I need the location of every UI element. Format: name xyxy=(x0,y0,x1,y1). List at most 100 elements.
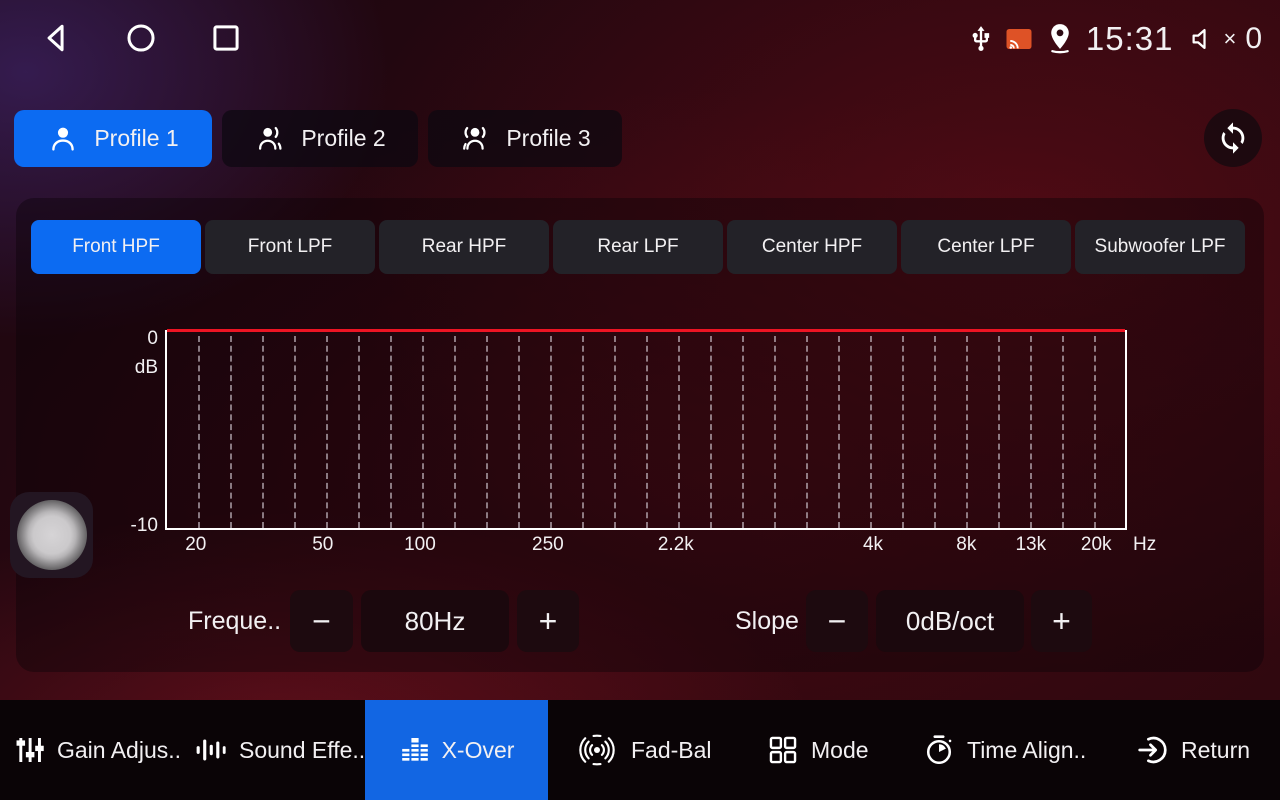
response-curve xyxy=(167,329,1125,332)
nav-fad-bal[interactable]: Fad-Bal xyxy=(574,700,712,800)
profile-tab-label: Profile 1 xyxy=(94,125,178,152)
location-icon xyxy=(1043,21,1077,57)
x-axis-tick-label: 100 xyxy=(404,534,436,556)
home-icon xyxy=(122,19,160,57)
chart-gridline xyxy=(870,336,872,528)
minus-icon: − xyxy=(312,603,331,640)
chart-gridline xyxy=(326,336,328,528)
minus-icon: − xyxy=(828,603,847,640)
chart-gridline xyxy=(422,336,424,528)
chart-gridline xyxy=(838,336,840,528)
nav-sound-effects[interactable]: Sound Effe.. xyxy=(194,700,365,800)
chart-gridline xyxy=(390,336,392,528)
filter-tab-label: Rear HPF xyxy=(422,236,506,258)
chart-gridline xyxy=(902,336,904,528)
tab-center-hpf[interactable]: Center HPF xyxy=(727,220,897,274)
volume-mute-icon xyxy=(1188,24,1218,54)
y-axis-unit-label: dB xyxy=(114,357,158,379)
adjust-knob-container xyxy=(10,492,93,578)
tab-rear-hpf[interactable]: Rear HPF xyxy=(379,220,549,274)
tab-profile-1[interactable]: Profile 1 xyxy=(14,110,212,167)
person-icon xyxy=(47,123,79,155)
head-unit-screen: 15:31 × 0 Profile 1 Profile 2 xyxy=(0,0,1280,800)
tab-subwoofer-lpf[interactable]: Subwoofer LPF xyxy=(1075,220,1245,274)
home-button[interactable] xyxy=(122,19,160,57)
chart-gridline xyxy=(1094,336,1096,528)
slope-value: 0dB/oct xyxy=(876,590,1024,652)
filter-tab-label: Front HPF xyxy=(72,236,160,258)
mode-grid-icon xyxy=(766,733,800,767)
chart-gridline xyxy=(1062,336,1064,528)
chart-gridline xyxy=(230,336,232,528)
refresh-button[interactable] xyxy=(1204,109,1262,167)
crossover-eq-icon xyxy=(399,734,431,766)
chart-gridline xyxy=(774,336,776,528)
tab-center-lpf[interactable]: Center LPF xyxy=(901,220,1071,274)
back-button[interactable] xyxy=(38,19,76,57)
nav-item-label: Mode xyxy=(811,737,869,764)
nav-item-label: Sound Effe.. xyxy=(239,737,365,764)
x-axis-tick-label: 4k xyxy=(863,534,883,556)
nav-time-align[interactable]: Time Align.. xyxy=(922,700,1086,800)
x-axis-tick-label: 250 xyxy=(532,534,564,556)
status-clock: 15:31 xyxy=(1086,20,1174,58)
recents-icon xyxy=(207,19,245,57)
y-axis-tick-label: -10 xyxy=(114,515,158,537)
frequency-label: Freque.. xyxy=(188,590,281,652)
frequency-minus-button[interactable]: − xyxy=(290,590,353,652)
filter-tab-label: Center HPF xyxy=(762,236,862,258)
fader-balance-icon xyxy=(574,732,620,768)
recents-button[interactable] xyxy=(207,19,245,57)
chart-gridline xyxy=(710,336,712,528)
x-axis-tick-label: 13k xyxy=(1015,534,1046,556)
chart-gridline xyxy=(966,336,968,528)
filter-tab-label: Subwoofer LPF xyxy=(1095,236,1226,258)
chart-gridline xyxy=(294,336,296,528)
profile-tab-label: Profile 3 xyxy=(506,125,590,152)
chart-gridline xyxy=(550,336,552,528)
filter-tab-label: Rear LPF xyxy=(597,236,678,258)
tab-front-lpf[interactable]: Front LPF xyxy=(205,220,375,274)
filter-tab-label: Front LPF xyxy=(248,236,332,258)
chart-x-labels: 20501002502.2k4k8k13k20k xyxy=(165,534,1127,560)
status-bar: 15:31 × 0 xyxy=(0,0,1280,78)
chart-gridline xyxy=(358,336,360,528)
frequency-plus-button[interactable]: + xyxy=(517,590,579,652)
chart-gridline xyxy=(1030,336,1032,528)
tab-profile-3[interactable]: Profile 3 xyxy=(428,110,622,167)
slope-minus-button[interactable]: − xyxy=(806,590,868,652)
chart-gridline xyxy=(198,336,200,528)
usb-icon xyxy=(967,25,995,53)
filter-tab-label: Center LPF xyxy=(937,236,1034,258)
plus-icon: + xyxy=(1052,603,1071,640)
profile-tab-label: Profile 2 xyxy=(301,125,385,152)
person-group-icon xyxy=(459,123,491,155)
nav-return[interactable]: Return xyxy=(1136,700,1250,800)
nav-mode[interactable]: Mode xyxy=(766,700,869,800)
refresh-sync-icon xyxy=(1216,121,1250,155)
x-axis-tick-label: 50 xyxy=(312,534,333,556)
adjust-knob[interactable] xyxy=(17,500,87,570)
tab-profile-2[interactable]: Profile 2 xyxy=(222,110,418,167)
bottom-nav-bar: Gain Adjus.. Sound Effe.. xyxy=(0,700,1280,800)
nav-item-label: Gain Adjus.. xyxy=(57,737,181,764)
slope-plus-button[interactable]: + xyxy=(1031,590,1092,652)
nav-item-label: Return xyxy=(1181,737,1250,764)
gain-adjust-icon xyxy=(14,734,46,766)
chart-gridline xyxy=(806,336,808,528)
chart-gridline xyxy=(454,336,456,528)
nav-gain-adjust[interactable]: Gain Adjus.. xyxy=(14,700,181,800)
nav-item-label: Fad-Bal xyxy=(631,737,712,764)
tab-rear-lpf[interactable]: Rear LPF xyxy=(553,220,723,274)
nav-xover[interactable]: X-Over xyxy=(365,700,548,800)
volume-mute-x: × xyxy=(1223,26,1236,52)
x-axis-tick-label: 20k xyxy=(1081,534,1112,556)
chart-gridline xyxy=(486,336,488,528)
cast-icon xyxy=(1004,26,1034,52)
time-alignment-icon xyxy=(922,733,956,767)
chart-gridline xyxy=(582,336,584,528)
person-2-icon xyxy=(254,123,286,155)
chart-gridline xyxy=(646,336,648,528)
x-axis-tick-label: 8k xyxy=(956,534,976,556)
tab-front-hpf[interactable]: Front HPF xyxy=(31,220,201,274)
